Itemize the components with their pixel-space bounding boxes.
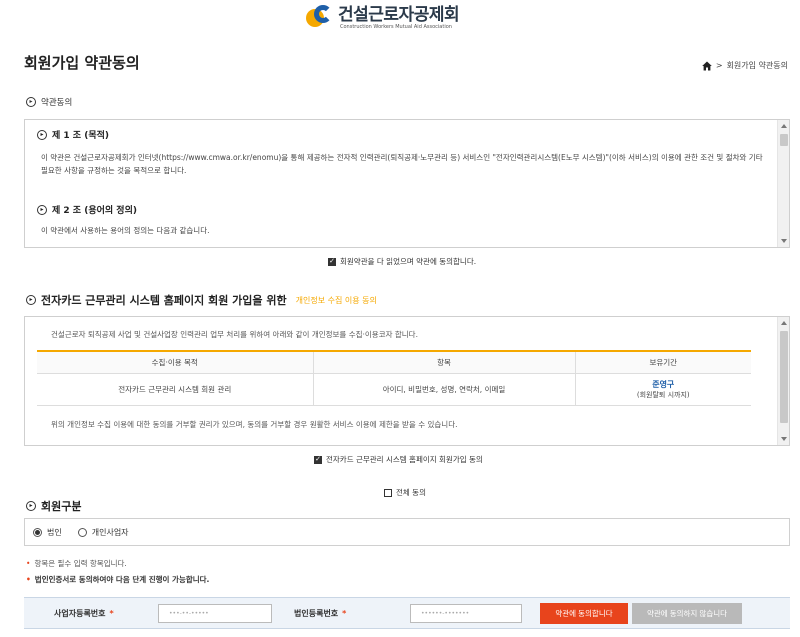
radio-icon[interactable] (77, 527, 87, 537)
terms-agree-checkbox[interactable]: ✓ 회원약관을 다 읽었으며 약관에 동의합니다. (328, 256, 476, 267)
privacy-section-title: 전자카드 근무관리 시스템 홈페이지 회원 가입을 위한 (41, 294, 287, 307)
radio-sole-proprietor[interactable]: 개인사업자 (77, 527, 129, 538)
article-1-body: 이 약관은 건설근로자공제회가 인터넷(https://www.cmwa.or.… (41, 153, 763, 175)
corp-number-label: 법인등록번호 * (294, 608, 347, 618)
scroll-thumb[interactable] (780, 331, 788, 423)
privacy-items-cell: 아이디, 비밀번호, 성명, 연락처, 이메일 (312, 373, 575, 406)
privacy-section-sub: 개인정보 수집 이용 동의 (295, 295, 377, 305)
table-row: 전자카드 근무관리 시스템 회원 관리 아이디, 비밀번호, 성명, 연락처, … (37, 373, 751, 406)
logo-name: 건설근로자공제회 (338, 4, 460, 25)
cert-note: • 법인인증서로 동의하여야 다음 단계 진행이 가능합니다. (26, 575, 210, 584)
all-agree-label: 전체 동의 (396, 488, 426, 497)
privacy-scroll-box[interactable]: 건설근로자 퇴직공제 사업 및 건설사업장 인력관리 업무 처리를 위하여 아래… (24, 316, 790, 446)
registration-form-row: 사업자등록번호 * •••-••-••••• 법인등록번호 * ••••••-•••… (24, 597, 790, 629)
required-star-icon: * (342, 608, 347, 618)
article-2-body: 이 약관에서 사용하는 용어의 정의는 다음과 같습니다. (41, 226, 210, 235)
breadcrumb: > 회원가입 약관동의 (702, 60, 788, 71)
required-note: • 항목은 필수 입력 항목입니다. (26, 559, 127, 568)
terms-agree-label: 회원약관을 다 읽었으며 약관에 동의합니다. (340, 257, 477, 266)
logo-mark-icon (306, 5, 332, 31)
member-type-options: 법인 개인사업자 (24, 518, 790, 546)
circle-arrow-icon: ▸ (26, 295, 36, 305)
all-agree-checkbox[interactable]: 전체 동의 (384, 487, 426, 498)
checkbox-icon[interactable] (384, 488, 392, 497)
breadcrumb-current[interactable]: 회원가입 약관동의 (727, 60, 788, 71)
brand-logo[interactable]: 건설근로자공제회 Construction Workers Mutual Aid… (306, 0, 460, 36)
circle-arrow-icon: ▸ (26, 97, 36, 107)
privacy-col-retention: 보유기간 (574, 350, 751, 374)
privacy-table: 수집·이용 목적 항목 보유기간 전자카드 근무관리 시스템 회원 관리 아이디… (37, 350, 751, 406)
biz-number-label: 사업자등록번호 * (54, 608, 114, 618)
terms-scroll-box[interactable]: ▸ 제 1 조 (목적) 이 약관은 건설근로자공제회가 인터넷(https:/… (24, 119, 790, 248)
privacy-notice: 위의 개인정보 수집 이용에 대한 동의를 거부할 권리가 있으며, 동의를 거… (51, 419, 458, 429)
retention-note: (회원탈퇴 시까지) (636, 390, 690, 399)
privacy-section-header: ▸ 전자카드 근무관리 시스템 홈페이지 회원 가입을 위한 개인정보 수집 이… (26, 292, 377, 308)
circle-arrow-icon: ▸ (26, 501, 36, 511)
privacy-agree-label: 전자카드 근무관리 시스템 홈페이지 회원가입 동의 (326, 455, 483, 464)
biz-number-input[interactable]: •••-••-••••• (158, 604, 272, 623)
scroll-down-icon[interactable] (781, 437, 787, 441)
radio-corporation[interactable]: 법인 (33, 527, 62, 538)
required-star-icon: * (109, 608, 114, 618)
page-title: 회원가입 약관동의 (24, 54, 140, 72)
circle-arrow-icon: ▸ (37, 129, 47, 140)
checkbox-checked-icon[interactable]: ✓ (314, 455, 322, 464)
terms-section-header: ▸ 약관동의 (26, 96, 72, 108)
privacy-scrollbar[interactable] (777, 317, 789, 445)
privacy-purpose-cell: 전자카드 근무관리 시스템 회원 관리 (37, 373, 313, 406)
circle-arrow-icon: ▸ (37, 204, 47, 215)
scroll-thumb[interactable] (780, 134, 788, 146)
scroll-down-icon[interactable] (781, 239, 787, 243)
agree-button[interactable]: 약관에 동의합니다 (540, 603, 628, 624)
privacy-col-purpose: 수집·이용 목적 (37, 350, 313, 374)
home-icon[interactable] (702, 61, 712, 71)
member-type-header: ▸ 회원구분 (26, 498, 81, 514)
privacy-col-items: 항목 (312, 350, 575, 374)
member-type-title: 회원구분 (41, 500, 82, 513)
logo-name-en: Construction Workers Mutual Aid Associat… (340, 23, 452, 30)
terms-section-label: 약관동의 (41, 98, 73, 108)
breadcrumb-separator: > (715, 61, 723, 70)
privacy-retention-cell: 준영구 (회원탈퇴 시까지) (574, 373, 751, 406)
scroll-up-icon[interactable] (781, 321, 787, 325)
privacy-intro: 건설근로자 퇴직공제 사업 및 건설사업장 인력관리 업무 처리를 위하여 아래… (51, 330, 418, 339)
corp-number-input[interactable]: ••••••-••••••• (410, 604, 522, 623)
required-marker-icon: • (26, 575, 31, 584)
checkbox-checked-icon[interactable]: ✓ (328, 257, 336, 266)
terms-scrollbar[interactable] (777, 120, 789, 247)
required-marker-icon: • (26, 559, 31, 568)
article-1-title: ▸ 제 1 조 (목적) (37, 128, 763, 141)
article-2-title: ▸ 제 2 조 (용어의 정의) (37, 203, 763, 216)
radio-selected-icon[interactable] (33, 527, 42, 537)
retention-value: 준영구 (652, 379, 675, 389)
disagree-button[interactable]: 약관에 동의하지 않습니다 (632, 603, 742, 624)
privacy-agree-checkbox[interactable]: ✓ 전자카드 근무관리 시스템 홈페이지 회원가입 동의 (314, 454, 483, 465)
scroll-up-icon[interactable] (781, 124, 787, 128)
